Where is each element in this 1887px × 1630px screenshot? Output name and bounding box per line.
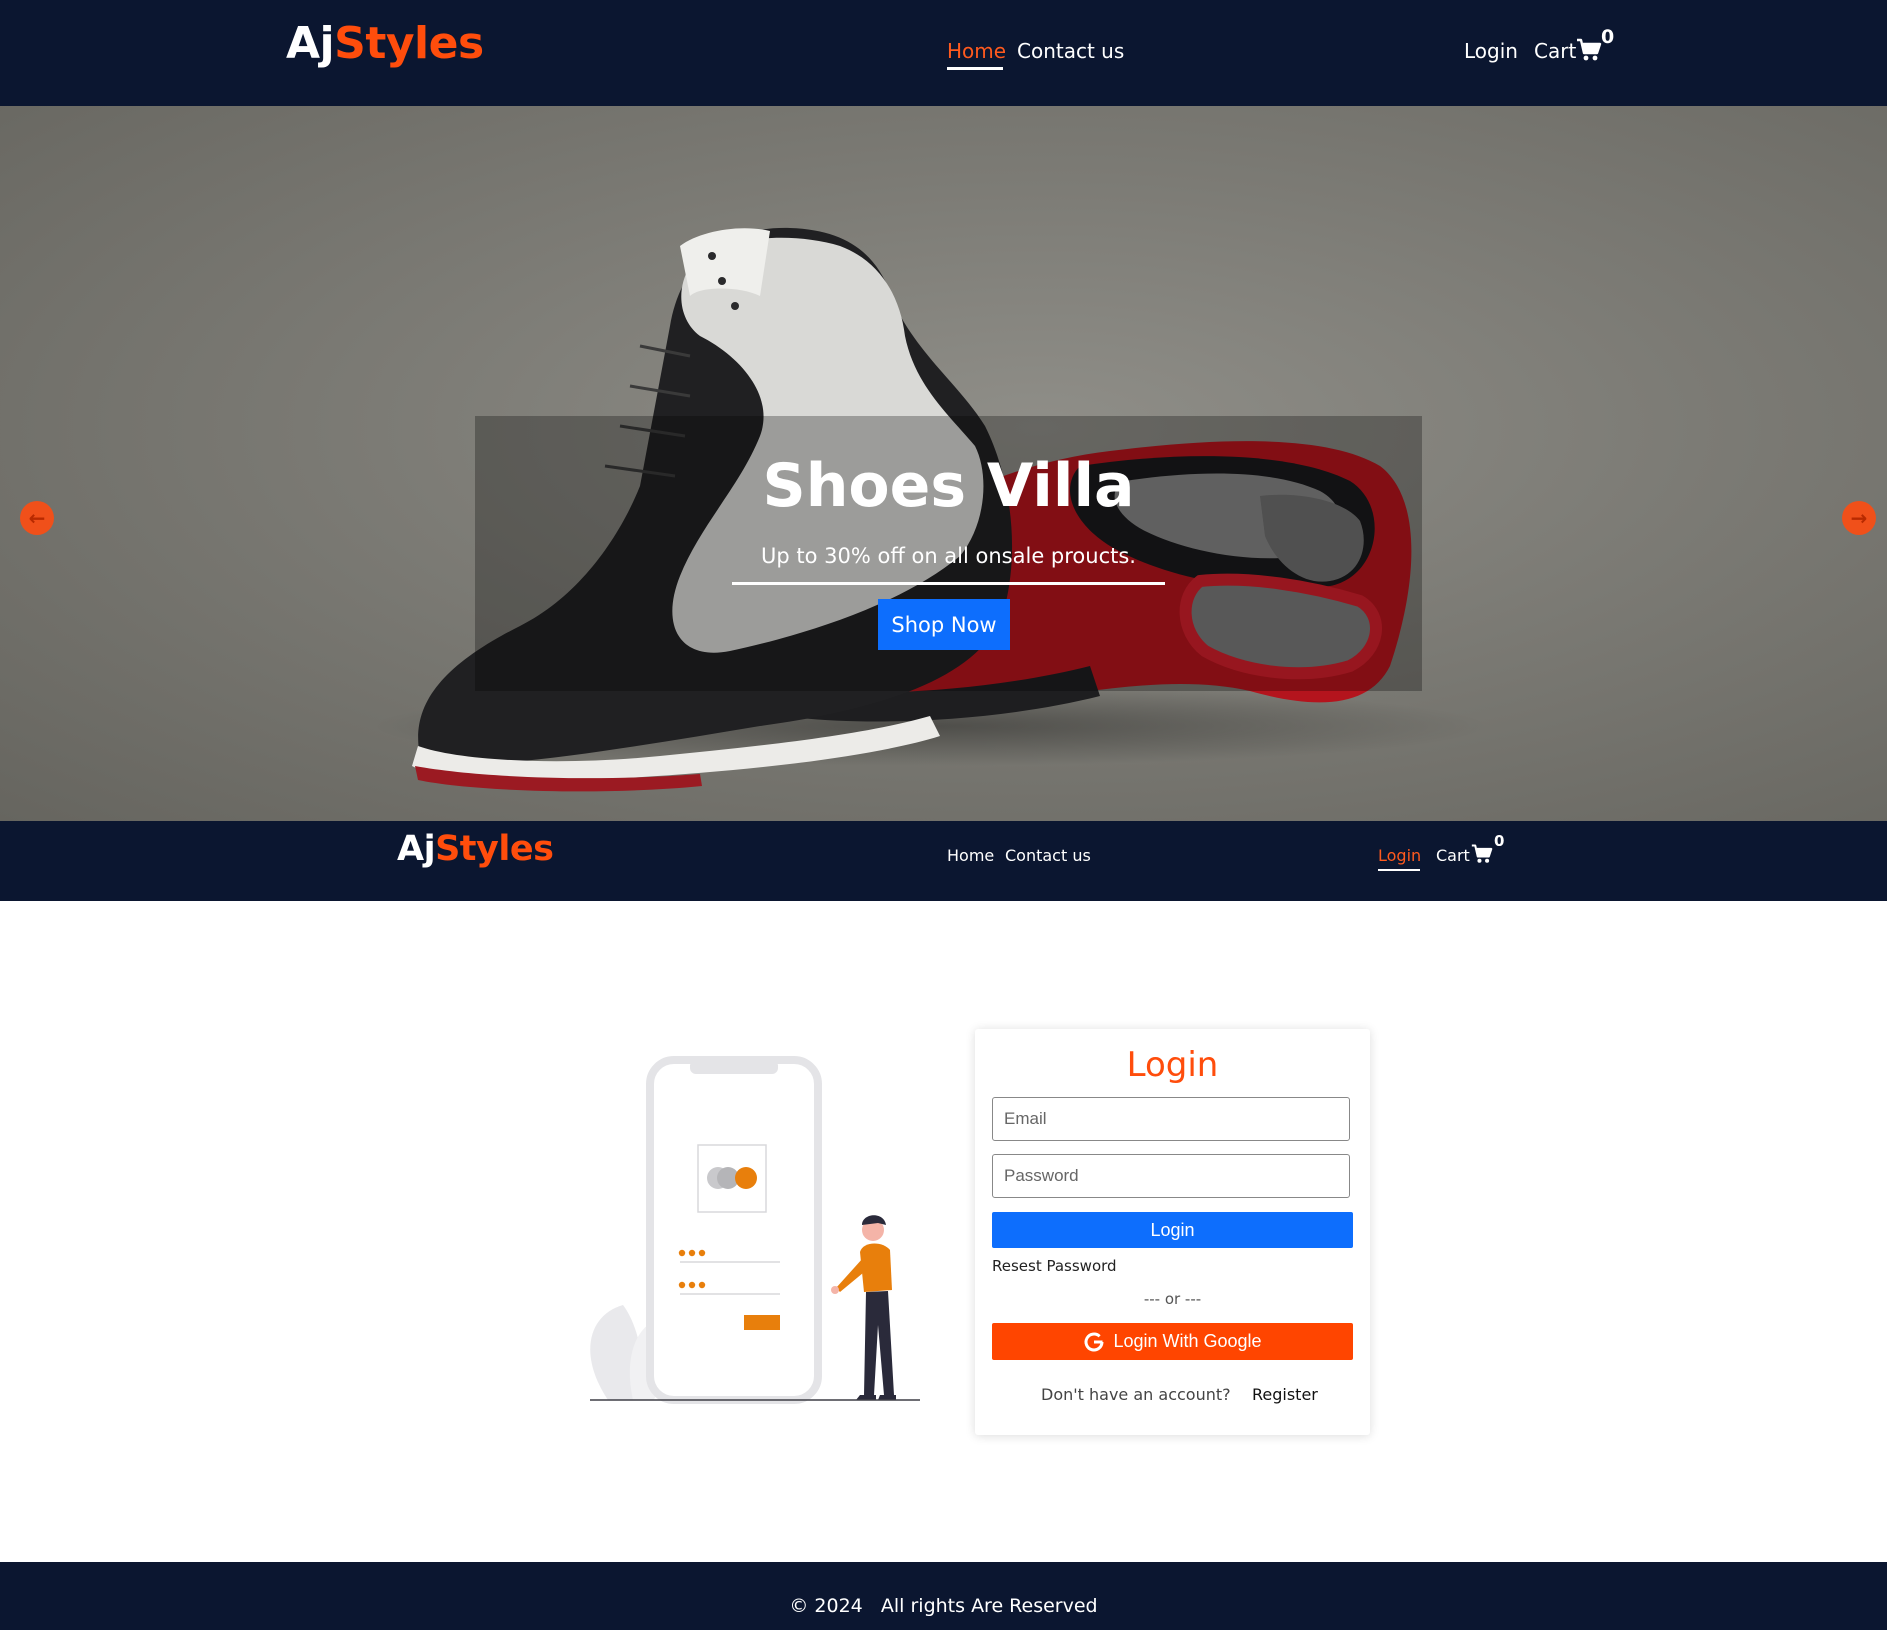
register-link[interactable]: Register: [1252, 1385, 1318, 1404]
brand-logo[interactable]: AjStyles: [286, 18, 484, 69]
no-account-text: Don't have an account?: [1041, 1385, 1231, 1404]
nav-link-login[interactable]: Login: [1464, 39, 1518, 63]
shop-now-button[interactable]: Shop Now: [878, 599, 1010, 650]
hero-title: Shoes Villa: [762, 451, 1135, 521]
nav-link-contact[interactable]: Contact us: [1005, 846, 1091, 865]
reset-password-link[interactable]: Resest Password: [992, 1257, 1117, 1275]
brand-logo-part2: Styles: [435, 829, 554, 869]
carousel-prev-button[interactable]: ←: [20, 501, 54, 535]
google-icon: [1084, 1332, 1104, 1351]
hero-subtitle: Up to 30% off on all onsale proucts.: [761, 544, 1136, 568]
arrow-right-icon: →: [1850, 506, 1868, 530]
nav-link-login[interactable]: Login: [1378, 846, 1421, 865]
top-navbar: AjStyles Home Contact us Login Cart 0: [0, 0, 1887, 106]
google-button-label: Login With Google: [1113, 1331, 1262, 1351]
brand-logo[interactable]: AjStyles: [397, 829, 554, 869]
cart-icon[interactable]: [1576, 37, 1602, 63]
footer: © 2024 All rights Are Reserved: [0, 1562, 1887, 1630]
password-field[interactable]: [992, 1154, 1350, 1198]
or-divider: --- or ---: [1143, 1290, 1202, 1308]
login-card: Login Login Resest Password --- or --- L…: [975, 1029, 1370, 1435]
phone-login-illustration: [590, 1056, 920, 1404]
nav-link-home[interactable]: Home: [947, 39, 1006, 63]
hero-divider: [732, 582, 1165, 585]
active-link-underline: [1378, 869, 1420, 871]
secondary-navbar: AjStyles Home Contact us Login Cart 0: [0, 821, 1887, 901]
cart-count-badge: 0: [1494, 832, 1505, 850]
hero-carousel: Shoes Villa Up to 30% off on all onsale …: [0, 106, 1887, 821]
cart-count-badge: 0: [1601, 26, 1615, 48]
copyright-text: © 2024 All rights Are Reserved: [789, 1595, 1098, 1617]
brand-logo-part1: Aj: [397, 829, 436, 869]
login-with-google-button[interactable]: Login With Google: [992, 1323, 1353, 1360]
nav-link-contact[interactable]: Contact us: [1017, 39, 1124, 63]
nav-link-cart[interactable]: Cart: [1436, 846, 1470, 865]
brand-logo-part1: Aj: [286, 18, 335, 69]
email-field[interactable]: [992, 1097, 1350, 1141]
arrow-left-icon: ←: [28, 506, 46, 530]
nav-link-home[interactable]: Home: [947, 846, 994, 865]
cart-icon[interactable]: [1471, 843, 1493, 865]
login-button[interactable]: Login: [992, 1212, 1353, 1248]
login-title: Login: [1126, 1045, 1219, 1085]
nav-link-cart[interactable]: Cart: [1534, 39, 1576, 63]
active-link-underline: [947, 67, 1003, 70]
carousel-next-button[interactable]: →: [1842, 501, 1876, 535]
brand-logo-part2: Styles: [334, 18, 484, 69]
